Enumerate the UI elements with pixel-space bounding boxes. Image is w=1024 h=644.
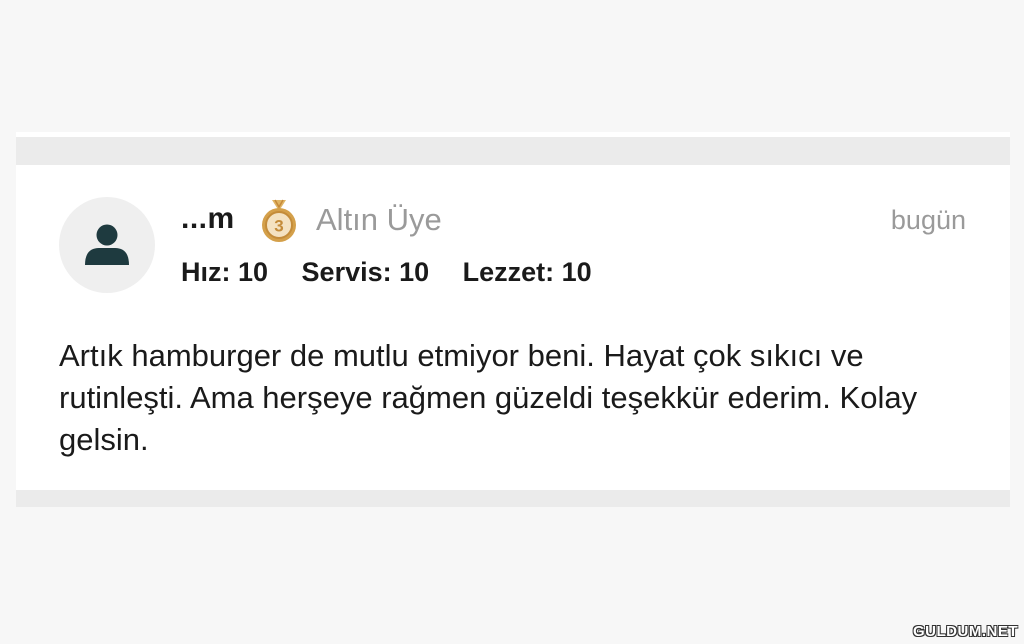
watermark: GULDUM.NET [913, 623, 1018, 640]
member-tier: Altın Üye [316, 202, 442, 237]
rating-taste: Lezzet: 10 [462, 257, 592, 287]
ratings-row: Hız: 10 Servis: 10 Lezzet: 10 [181, 257, 618, 288]
divider [16, 132, 1010, 137]
review-text: Artık hamburger de mutlu etmiyor beni. H… [59, 338, 918, 457]
bronze-medal-icon: 3 [262, 199, 296, 242]
avatar[interactable] [59, 197, 155, 293]
user-icon [85, 224, 129, 265]
review-container: ...m 3 Altın Üye bugün Hız: 10 Servis: 1… [16, 132, 1010, 507]
rating-service: Servis: 10 [301, 257, 430, 287]
rating-speed: Hız: 10 [181, 257, 269, 287]
review-card: ...m 3 Altın Üye bugün Hız: 10 Servis: 1… [16, 165, 1010, 490]
username[interactable]: ...m [181, 202, 235, 236]
review-date: bugün [890, 205, 966, 235]
medal-number: 3 [274, 217, 283, 236]
